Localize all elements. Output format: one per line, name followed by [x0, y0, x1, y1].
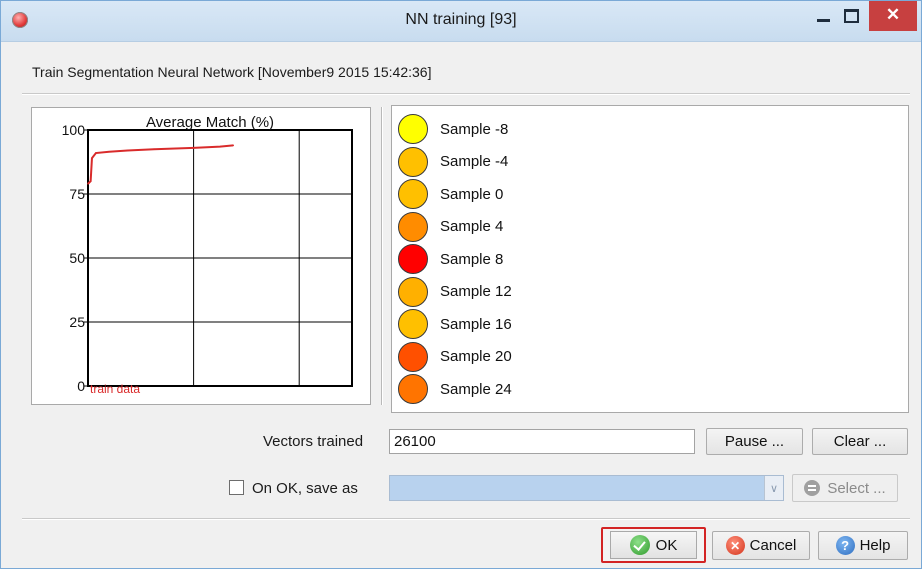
sample-color-icon [398, 114, 428, 144]
cancel-button-label: Cancel [749, 537, 797, 554]
sample-item[interactable]: Sample 12 [392, 276, 512, 308]
top-separator [22, 93, 910, 95]
y-tick-label: 50 [69, 250, 85, 266]
series-point [219, 145, 221, 148]
sample-color-icon [398, 146, 428, 177]
sample-item[interactable]: Sample 16 [392, 308, 512, 340]
sample-item[interactable]: Sample -8 [392, 113, 508, 145]
pause-button[interactable]: Pause ... [706, 428, 803, 455]
series-point [89, 180, 92, 182]
average-match-chart: 0 25 50 75 100 Average Match (%) train data [31, 107, 371, 405]
sample-label: Sample 12 [440, 283, 512, 300]
sample-item[interactable]: Sample 20 [392, 341, 512, 373]
series-point [108, 150, 110, 153]
vectors-trained-label: Vectors trained [263, 433, 364, 450]
sample-item[interactable]: Sample 24 [392, 373, 512, 405]
clear-button[interactable]: Clear ... [812, 428, 908, 455]
series-point [232, 144, 234, 147]
chevron-down-icon[interactable]: ∨ [764, 476, 783, 500]
y-tick-label: 100 [62, 122, 86, 138]
sample-label: Sample 24 [440, 380, 512, 398]
sample-item[interactable]: Sample -4 [392, 146, 508, 178]
sample-color-icon [398, 309, 428, 339]
minimize-button[interactable] [809, 1, 837, 31]
sample-color-icon [398, 179, 428, 209]
select-button-label: Select ... [827, 479, 886, 497]
help-button[interactable]: ? Help [818, 531, 908, 560]
sample-label: Sample -4 [440, 153, 509, 170]
sample-item[interactable]: Sample 8 [392, 243, 503, 275]
y-tick-label: 0 [77, 378, 85, 394]
check-icon [629, 535, 650, 555]
title-bar[interactable]: NN training [93] ✕ [1, 1, 921, 42]
sample-item[interactable]: Sample 4 [392, 211, 503, 243]
sample-item[interactable]: Sample 0 [392, 178, 503, 210]
select-button[interactable]: Select ... [792, 474, 898, 502]
sample-label: Sample -8 [440, 120, 509, 138]
series-point [192, 147, 195, 149]
sample-label: Sample 8 [440, 250, 504, 268]
bottom-separator [22, 518, 910, 520]
panel-divider[interactable] [381, 107, 383, 405]
vectors-trained-field[interactable]: 26100 [389, 429, 695, 454]
series-point [126, 149, 129, 152]
series-point [91, 157, 93, 159]
ok-button-label: OK [655, 536, 678, 554]
sample-color-icon [398, 276, 428, 307]
y-tick-label: 25 [69, 314, 85, 330]
series-point [95, 152, 97, 154]
sample-color-icon [398, 244, 428, 274]
close-icon: ✕ [885, 5, 901, 24]
cancel-icon: ✕ [725, 536, 745, 555]
close-button[interactable]: ✕ [869, 1, 917, 31]
sample-label: Sample 0 [440, 185, 504, 203]
sample-label: Sample 16 [440, 315, 512, 333]
select-list-icon [804, 480, 821, 496]
save-as-label: On OK, save as [252, 480, 358, 497]
save-as-select[interactable]: ∨ [389, 475, 784, 501]
ok-button-face[interactable]: OK [610, 531, 697, 559]
chart-title: Average Match (%) [146, 114, 274, 131]
series-legend-label: train data [90, 382, 140, 396]
series-point [153, 148, 155, 150]
chart-svg: 0 25 50 75 100 Average Match (%) train data [62, 114, 353, 396]
sample-color-icon [398, 341, 428, 372]
sample-color-icon [398, 211, 428, 242]
sample-label: Sample 4 [440, 218, 504, 235]
save-as-checkbox[interactable] [229, 480, 244, 495]
sample-label: Sample 20 [440, 348, 512, 365]
help-button-label: Help [859, 537, 891, 554]
series-point [87, 182, 89, 185]
y-tick-label: 75 [69, 186, 85, 202]
sample-color-icon [398, 374, 428, 404]
maximize-button[interactable] [837, 1, 865, 31]
header-label: Train Segmentation Neural Network [Novem… [32, 64, 432, 80]
cancel-button[interactable]: ✕ Cancel [712, 531, 810, 560]
sample-list: Sample -8 Sample -4 Sample 0 Sample 4 Sample… [391, 105, 909, 413]
nn-training-dialog: NN training [93] ✕ Train Segmentation Ne… [0, 0, 922, 569]
help-icon: ? [835, 536, 855, 555]
ok-button[interactable]: OK [601, 527, 706, 563]
window-title: NN training [93] [405, 11, 517, 28]
